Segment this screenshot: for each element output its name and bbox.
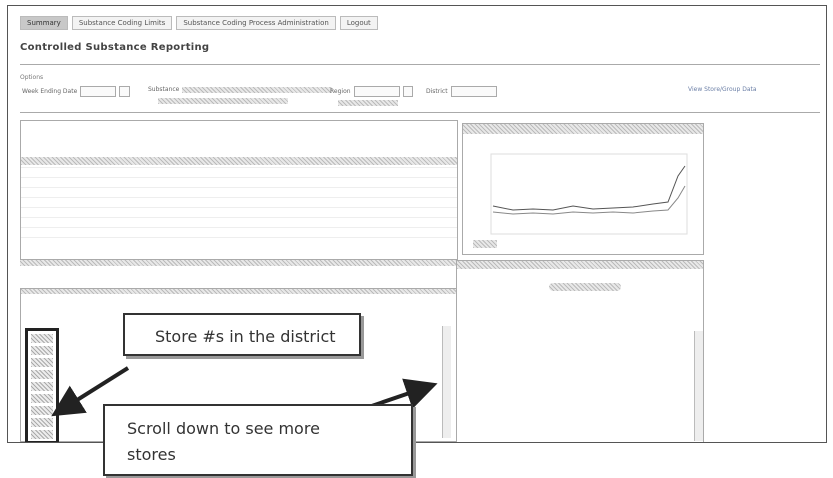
substance-value [182,86,333,93]
region-select[interactable] [353,86,400,97]
view-store-field: View Store/Group Data [688,86,757,93]
store-ids-callout-text: Store #s in the district [155,327,336,346]
store-id-cell[interactable] [31,358,53,367]
group-table-scrollbar[interactable] [694,331,703,441]
region-label: Region [330,88,351,95]
store-id-cell[interactable] [31,406,53,415]
table-row[interactable] [21,217,457,227]
tab-coding-limits[interactable]: Substance Coding Limits [71,16,173,30]
week-ending-label: Week Ending Date [22,88,78,95]
group-table-header [457,261,703,269]
table-row[interactable] [21,237,457,247]
app-window: Summary Substance Coding Limits Substanc… [7,5,827,443]
store-id-cell[interactable] [31,430,53,439]
tab-coding-admin[interactable]: Substance Coding Process Administration [176,16,336,30]
table-row[interactable] [21,227,457,237]
table-row[interactable] [21,207,457,217]
section-divider [20,260,456,266]
calendar-icon[interactable] [119,86,131,97]
scroll-callout-line1: Scroll down to see more [127,419,320,438]
table-row[interactable] [21,187,457,197]
district-field: District [426,86,497,97]
store-ids-callout: Store #s in the district [123,313,361,356]
store-id-cell[interactable] [31,370,53,379]
table-row[interactable] [21,167,457,177]
substance-label: Substance [148,86,180,93]
store-id-cell[interactable] [31,418,53,427]
week-ending-field: Week Ending Date [22,86,131,97]
substance-field: Substance [148,86,333,93]
store-group-table [456,260,704,442]
show-comparison-link-wrap [338,100,398,106]
chart-button[interactable] [473,240,497,248]
tab-summary[interactable]: Summary [20,16,68,30]
group-filter-button[interactable] [549,283,621,291]
show-comparison-link[interactable] [338,100,398,106]
store-id-cell[interactable] [31,394,53,403]
options-label: Options [20,74,44,81]
tab-logout[interactable]: Logout [339,16,378,30]
store-table-scrollbar[interactable] [442,326,451,438]
store-id-column-highlight [25,328,59,442]
district-summary-table [20,120,458,260]
filter-divider [20,112,820,113]
trend-chart [490,153,688,235]
store-id-cell[interactable] [31,334,53,343]
scroll-callout: Scroll down to see more stores [103,404,413,476]
table-row[interactable] [21,197,457,207]
district-label: District [426,88,448,95]
table-header-band [21,157,457,165]
chart-tabs[interactable] [463,124,703,134]
store-id-cell[interactable] [31,382,53,391]
view-store-link[interactable]: View Store/Group Data [688,86,757,93]
title-divider [20,64,820,65]
table-row[interactable] [21,177,457,187]
store-id-cell[interactable] [31,346,53,355]
trend-chart-panel [462,123,704,255]
scroll-callout-line2: stores [127,445,176,464]
show-substance-link-wrap [158,98,288,104]
week-ending-input[interactable] [80,86,117,97]
chevron-down-icon[interactable] [402,86,413,97]
region-field: Region [330,86,413,97]
page-title: Controlled Substance Reporting [20,42,210,53]
store-table-header [21,289,457,294]
district-select[interactable] [450,86,497,97]
trend-line-1 [492,165,686,211]
top-nav: Summary Substance Coding Limits Substanc… [20,16,378,30]
show-substance-link[interactable] [158,98,288,104]
